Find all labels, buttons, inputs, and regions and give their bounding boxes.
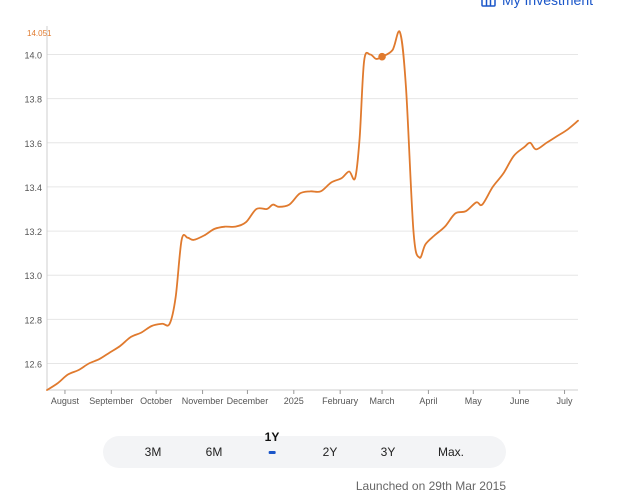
x-tick-label: 2025 xyxy=(284,396,304,406)
range-6m-button[interactable]: 6M xyxy=(206,436,223,468)
x-tick-label: October xyxy=(140,396,172,406)
highlight-point xyxy=(378,52,386,61)
series-line xyxy=(46,30,579,391)
launch-date-text: Launched on 29th Mar 2015 xyxy=(355,479,506,493)
y-tick-label: 13.0 xyxy=(24,271,42,281)
x-tick-label: June xyxy=(510,396,530,406)
y-tick-label: 13.8 xyxy=(24,95,42,105)
x-tick-label: February xyxy=(322,396,359,406)
x-tick-label: September xyxy=(89,396,133,406)
range-selector: 3M 6M 1Y 2Y 3Y Max. xyxy=(103,430,506,468)
y-tick-label: 12.8 xyxy=(24,315,42,325)
x-tick-label: December xyxy=(227,396,269,406)
y-tick-label: 14.0 xyxy=(24,50,42,60)
range-3y-button[interactable]: 3Y xyxy=(381,436,396,468)
y-tick-label: 13.4 xyxy=(24,183,42,193)
x-tick-label: November xyxy=(182,396,224,406)
range-1y-button[interactable]: 1Y xyxy=(265,430,280,462)
x-tick-label: May xyxy=(465,396,483,406)
range-2y-button[interactable]: 2Y xyxy=(323,436,338,468)
x-tick-label: July xyxy=(557,396,574,406)
y-tick-label: 12.6 xyxy=(24,360,42,370)
y-tick-label: 13.2 xyxy=(24,227,42,237)
x-tick-label: August xyxy=(51,396,80,406)
y-tick-label: 13.6 xyxy=(24,139,42,149)
x-tick-label: March xyxy=(370,396,395,406)
range-3m-button[interactable]: 3M xyxy=(145,436,162,468)
x-tick-label: April xyxy=(419,396,437,406)
price-chart: 12.6 12.8 13.0 13.2 13.4 13.6 13.8 14.0 14.051 Au… xyxy=(24,26,579,406)
range-max-button[interactable]: Max. xyxy=(438,436,464,468)
max-value-label: 14.051 xyxy=(27,29,52,38)
